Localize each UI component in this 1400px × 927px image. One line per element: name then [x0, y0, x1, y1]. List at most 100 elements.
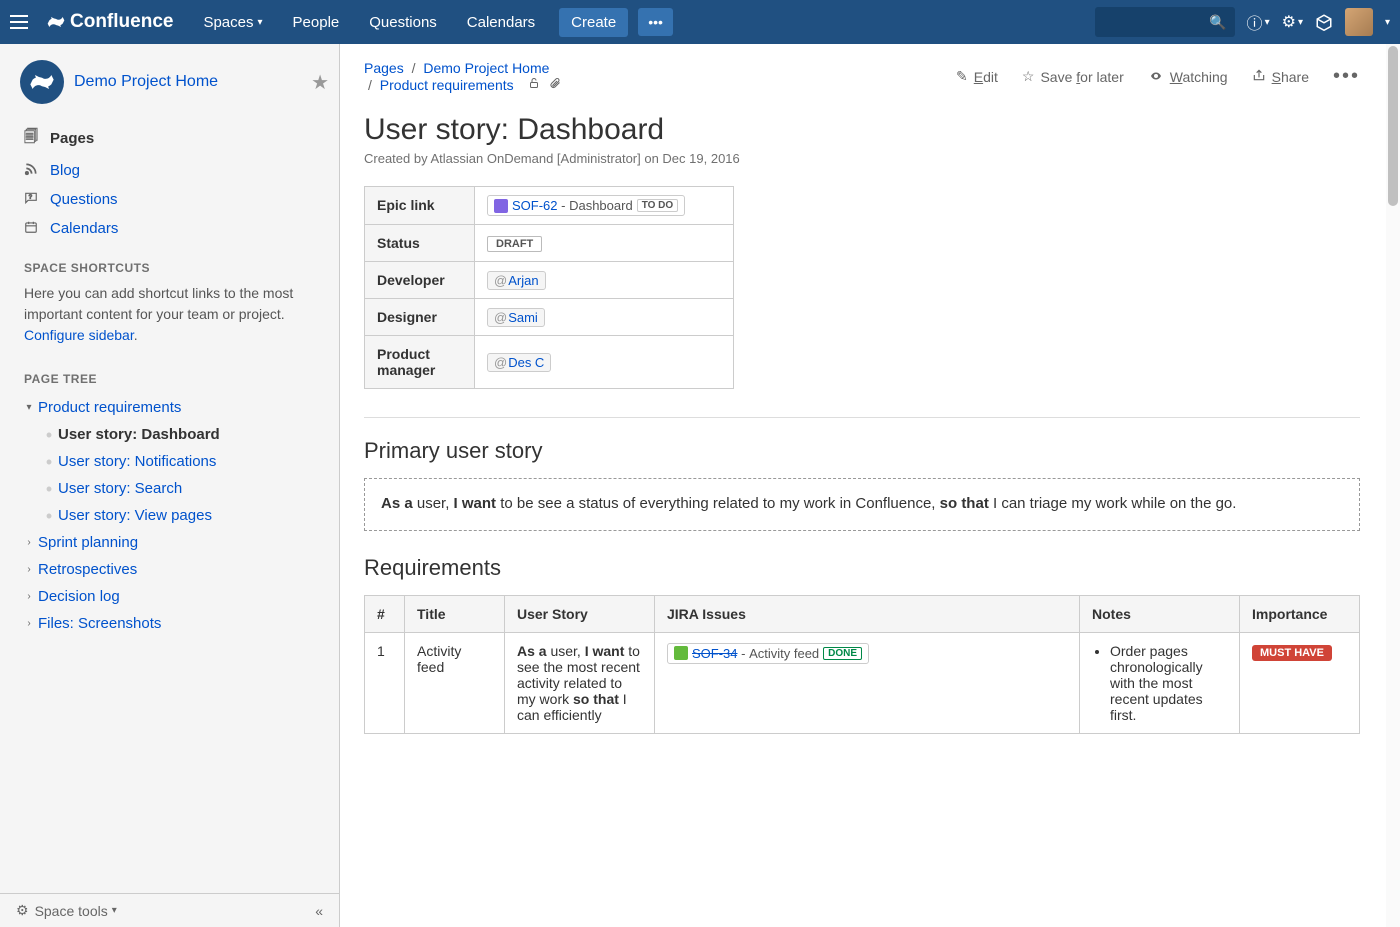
space-tools-button[interactable]: ⚙ Space tools ▾ [16, 902, 117, 919]
tree-sprint-planning[interactable]: ›Sprint planning [20, 529, 329, 556]
sidebar-blog[interactable]: Blog [20, 156, 329, 185]
favorite-star-icon[interactable]: ★ [311, 70, 329, 95]
properties-table: Epic link SOF-62 - Dashboard TO DO Statu… [364, 186, 734, 389]
chevron-right-icon[interactable]: › [20, 591, 38, 602]
page-meta: Created by Atlassian OnDemand [Administr… [364, 151, 1360, 166]
tree-user-story-search[interactable]: •User story: Search [40, 475, 329, 502]
nav-people[interactable]: People [281, 0, 352, 44]
shortcuts-text: Here you can add shortcut links to the m… [20, 283, 329, 354]
create-button[interactable]: Create [559, 8, 628, 37]
header-left: Confluence Spaces▾ People Questions Cale… [10, 0, 673, 44]
settings-icon[interactable]: ⚙ ▾ [1282, 12, 1303, 32]
scrollbar[interactable] [1386, 44, 1400, 927]
divider [364, 417, 1360, 418]
share-action[interactable]: Share [1252, 68, 1309, 85]
tree-product-requirements[interactable]: ▾Product requirements [20, 394, 329, 421]
mention-designer[interactable]: @Sami [487, 308, 545, 327]
breadcrumb-product-requirements[interactable]: Product requirements [380, 77, 514, 93]
tree-user-story-dashboard[interactable]: •User story: Dashboard [40, 421, 329, 448]
chevron-right-icon[interactable]: › [20, 618, 38, 629]
edit-label: dit [983, 69, 998, 85]
space-logo [20, 60, 64, 104]
rss-icon [24, 162, 44, 179]
question-icon: ? [24, 191, 44, 208]
epic-icon [494, 199, 508, 213]
help-icon[interactable]: ⓘ ▾ [1247, 10, 1270, 34]
prop-epic-value: SOF-62 - Dashboard TO DO [475, 187, 734, 225]
sidebar-scroll: Demo Project Home ★ 🗐Pages Blog ? Questi… [0, 44, 339, 893]
prop-pm-label: Product manager [365, 336, 475, 389]
logo-text: Confluence [70, 11, 173, 33]
app-switcher-icon[interactable] [10, 10, 34, 34]
table-header-row: # Title User Story JIRA Issues Notes Imp… [365, 595, 1360, 632]
col-jira: JIRA Issues [655, 595, 1080, 632]
tree-retrospectives[interactable]: ›Retrospectives [20, 556, 329, 583]
tree-decision-log[interactable]: ›Decision log [20, 583, 329, 610]
prop-developer-label: Developer [365, 262, 475, 299]
user-avatar[interactable] [1345, 8, 1373, 36]
breadcrumb-pages[interactable]: Pages [364, 60, 404, 76]
notifications-icon[interactable] [1315, 13, 1333, 31]
nav-questions[interactable]: Questions [357, 0, 449, 44]
cell-title: Activity feed [405, 632, 505, 733]
mention-developer[interactable]: @Arjan [487, 271, 546, 290]
prop-designer-label: Designer [365, 299, 475, 336]
confluence-logo[interactable]: Confluence [46, 11, 173, 33]
global-header: Confluence Spaces▾ People Questions Cale… [0, 0, 1400, 44]
header-right: 🔍 ⓘ ▾ ⚙ ▾ ▾ [1095, 7, 1390, 37]
mention-pm[interactable]: @Des C [487, 353, 551, 372]
space-title-link[interactable]: Demo Project Home [74, 73, 311, 91]
col-num: # [365, 595, 405, 632]
scrollbar-thumb[interactable] [1388, 46, 1398, 206]
bullet-icon: • [40, 511, 58, 521]
table-row: 1 Activity feed As a user, I want to see… [365, 632, 1360, 733]
bullet-icon: • [40, 457, 58, 467]
chevron-right-icon[interactable]: › [20, 537, 38, 548]
breadcrumb: Pages / Demo Project Home / Product requ… [364, 60, 956, 93]
attachment-icon[interactable] [549, 77, 561, 93]
sidebar-questions[interactable]: ? Questions [20, 185, 329, 214]
user-menu-caret[interactable]: ▾ [1385, 17, 1390, 28]
col-title: Title [405, 595, 505, 632]
chevron-down-icon[interactable]: ▾ [20, 402, 38, 413]
tree-files-screenshots[interactable]: ›Files: Screenshots [20, 610, 329, 637]
sidebar-pages[interactable]: 🗐Pages [20, 120, 329, 156]
cell-num: 1 [365, 632, 405, 733]
nav-calendars[interactable]: Calendars [455, 0, 547, 44]
collapse-sidebar-icon[interactable]: « [315, 903, 323, 919]
breadcrumb-demo-project[interactable]: Demo Project Home [423, 60, 549, 76]
prop-designer-value: @Sami [475, 299, 734, 336]
nav-spaces[interactable]: Spaces▾ [191, 0, 274, 44]
bullet-icon: • [40, 484, 58, 494]
page-actions: ✎Edit ☆Save for later Watching Share ••• [956, 65, 1360, 88]
search-icon[interactable]: 🔍 [1209, 14, 1226, 31]
main-content: Pages / Demo Project Home / Product requ… [340, 44, 1400, 927]
share-icon [1252, 68, 1266, 85]
pages-icon: 🗐 [24, 126, 44, 150]
watching-action[interactable]: Watching [1148, 69, 1228, 85]
edit-action[interactable]: ✎Edit [956, 68, 998, 85]
sidebar-calendars[interactable]: Calendars [20, 214, 329, 243]
cell-story: As a user, I want to see the most recent… [505, 632, 655, 733]
eye-icon [1148, 69, 1164, 85]
more-actions-button[interactable]: ••• [1333, 65, 1360, 88]
unlock-icon[interactable] [528, 77, 544, 93]
search-wrap: 🔍 [1095, 7, 1235, 37]
chevron-right-icon[interactable]: › [20, 564, 38, 575]
bullet-icon: • [40, 430, 58, 440]
jira-story-badge[interactable]: SOF-34 - Activity feed DONE [667, 643, 869, 664]
cell-jira: SOF-34 - Activity feed DONE [655, 632, 1080, 733]
svg-text:?: ? [29, 195, 33, 201]
configure-sidebar-link[interactable]: Configure sidebar [24, 327, 134, 343]
tree-user-story-notifications[interactable]: •User story: Notifications [40, 448, 329, 475]
layout: Demo Project Home ★ 🗐Pages Blog ? Questi… [0, 44, 1400, 927]
prop-status-label: Status [365, 225, 475, 262]
jira-epic-badge[interactable]: SOF-62 - Dashboard TO DO [487, 195, 685, 216]
pencil-icon: ✎ [956, 68, 968, 85]
tree-user-story-view-pages[interactable]: •User story: View pages [40, 502, 329, 529]
prop-epic-label: Epic link [365, 187, 475, 225]
create-more-button[interactable]: ••• [638, 8, 673, 36]
cell-importance: MUST HAVE [1240, 632, 1360, 733]
save-for-later-action[interactable]: ☆Save for later [1022, 68, 1124, 85]
calendar-icon [24, 220, 44, 237]
